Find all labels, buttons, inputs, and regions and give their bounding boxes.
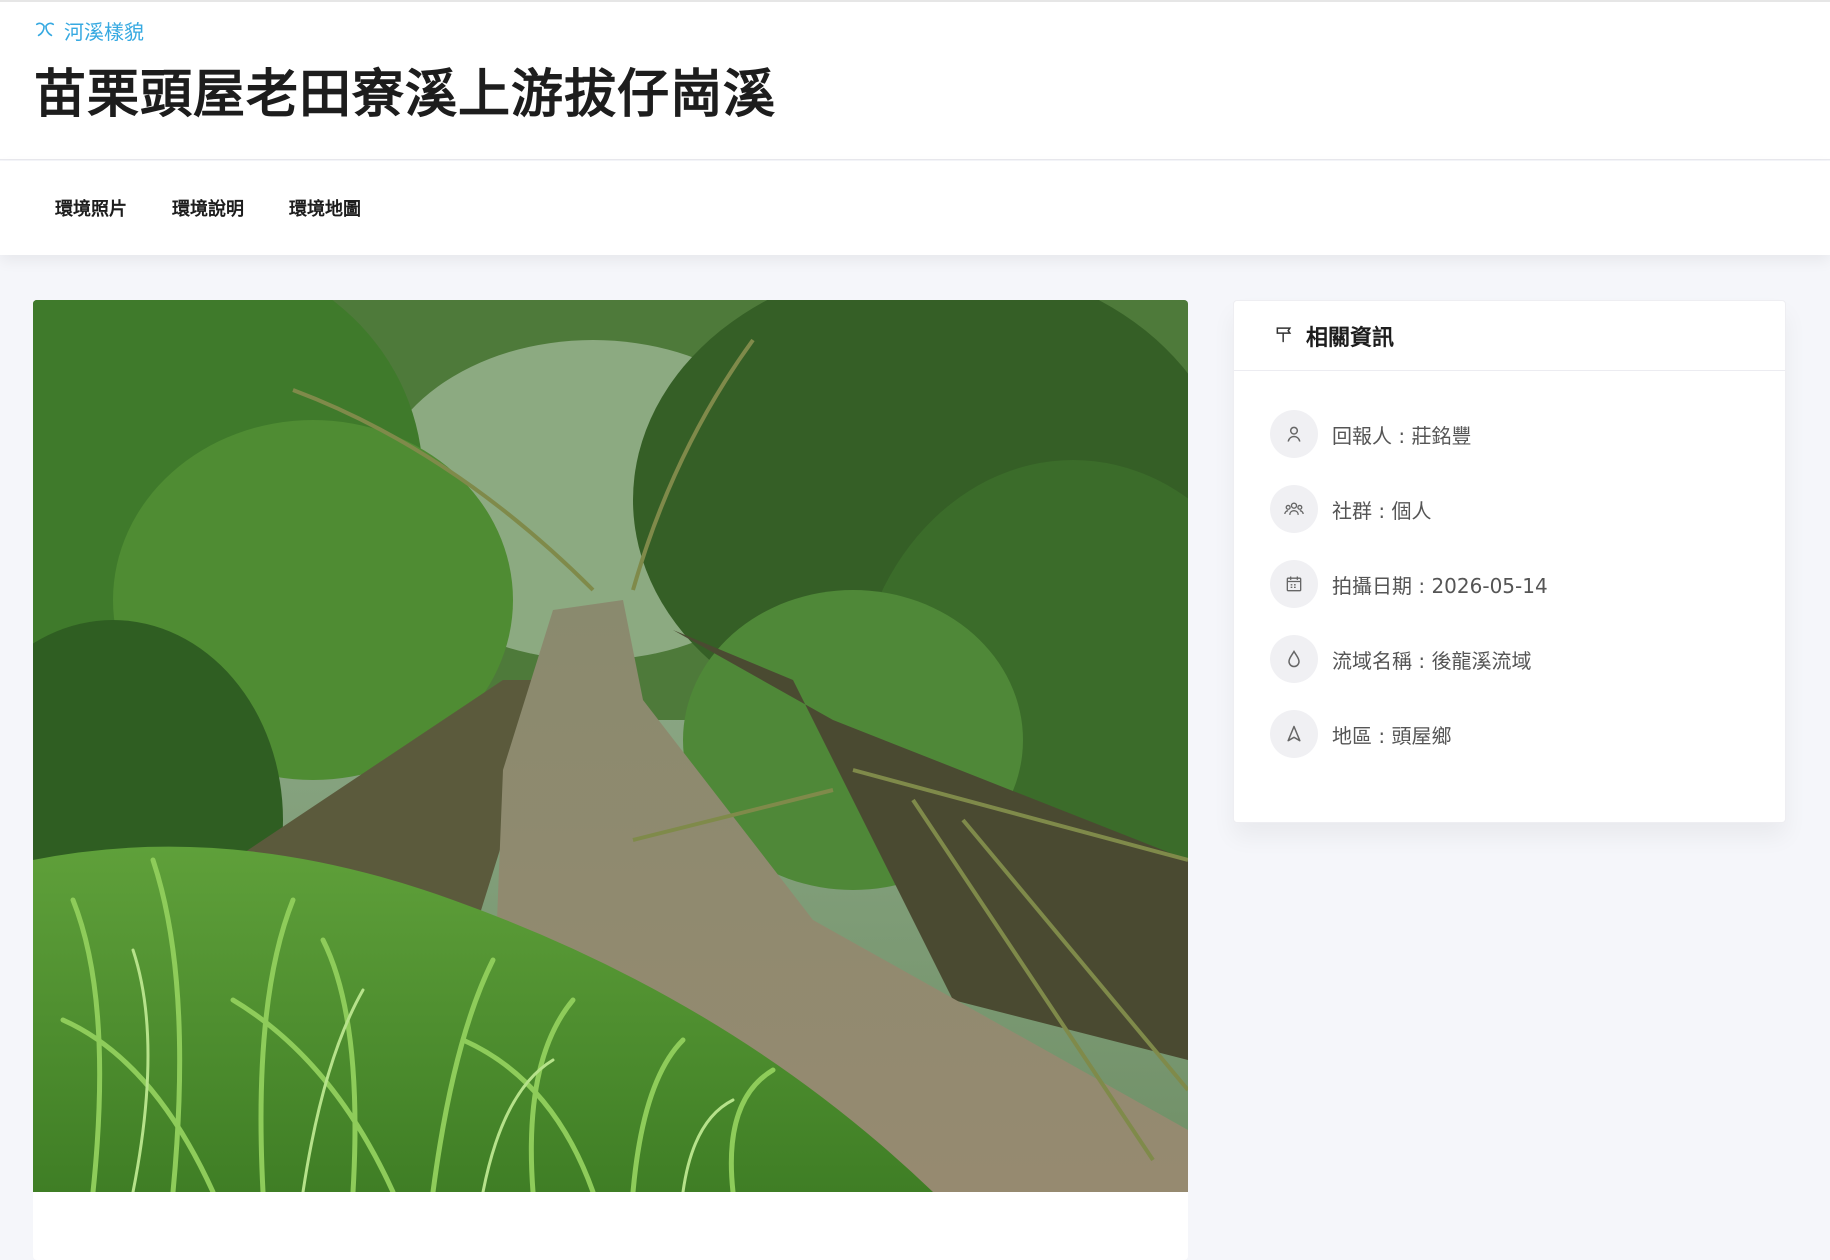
tab-photos[interactable]: 環境照片 xyxy=(55,195,127,221)
info-label: 地區 xyxy=(1332,723,1372,748)
stream-photo[interactable] xyxy=(33,300,1188,1192)
info-item-basin: 流域名稱 : 後龍溪流域 xyxy=(1270,634,1548,684)
photo-card xyxy=(33,300,1188,1260)
tab-description[interactable]: 環境說明 xyxy=(172,195,244,221)
signpost-icon xyxy=(1274,324,1294,348)
water-drop-icon xyxy=(1270,635,1318,683)
info-separator: : xyxy=(1412,648,1432,673)
info-value: 後龍溪流域 xyxy=(1431,648,1532,673)
info-item-date: 拍攝日期 : 2026-05-14 xyxy=(1270,559,1548,609)
info-separator: : xyxy=(1372,723,1392,748)
info-label: 流域名稱 xyxy=(1332,648,1412,673)
info-value: 頭屋鄉 xyxy=(1391,723,1452,748)
info-value: 個人 xyxy=(1391,498,1432,523)
breadcrumb-label: 河溪樣貌 xyxy=(64,20,144,44)
group-icon xyxy=(1270,485,1318,533)
info-value: 2026-05-14 xyxy=(1431,573,1548,598)
related-info-title: 相關資訊 xyxy=(1306,325,1395,351)
info-label: 拍攝日期 xyxy=(1332,573,1412,598)
info-item-community: 社群 : 個人 xyxy=(1270,484,1548,534)
tab-bar: 環境照片 環境說明 環境地圖 xyxy=(0,161,1830,255)
info-item-reporter: 回報人 : 莊銘豐 xyxy=(1270,409,1548,459)
user-icon xyxy=(1270,410,1318,458)
calendar-icon xyxy=(1270,560,1318,608)
leaf-icon xyxy=(34,17,56,44)
page-title: 苗栗頭屋老田寮溪上游拔仔崗溪 xyxy=(34,65,777,125)
info-label: 社群 xyxy=(1332,498,1372,523)
related-info-header: 相關資訊 xyxy=(1234,301,1785,371)
info-list: 回報人 : 莊銘豐 社群 : 個人 拍攝日期 : 2026-05-14 流域名稱… xyxy=(1270,409,1548,784)
page-header: 河溪樣貌 苗栗頭屋老田寮溪上游拔仔崗溪 xyxy=(0,0,1830,160)
location-icon xyxy=(1270,710,1318,758)
info-value: 莊銘豐 xyxy=(1411,423,1472,448)
info-item-region: 地區 : 頭屋鄉 xyxy=(1270,709,1548,759)
breadcrumb[interactable]: 河溪樣貌 xyxy=(34,16,144,45)
related-info-card: 相關資訊 回報人 : 莊銘豐 社群 : 個人 拍攝日期 : 2026-05-14 xyxy=(1233,300,1786,823)
info-separator: : xyxy=(1392,423,1412,448)
tab-map[interactable]: 環境地圖 xyxy=(289,195,361,221)
info-separator: : xyxy=(1412,573,1432,598)
info-separator: : xyxy=(1372,498,1392,523)
info-label: 回報人 xyxy=(1332,423,1392,448)
